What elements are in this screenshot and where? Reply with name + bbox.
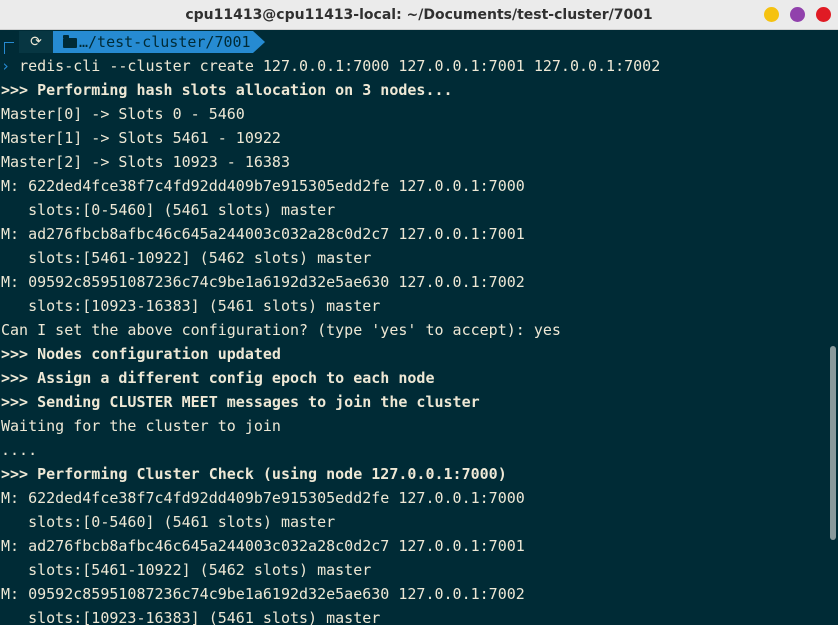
minimize-button[interactable] — [764, 7, 779, 22]
window-titlebar[interactable]: cpu11413@cpu11413-local: ~/Documents/tes… — [0, 0, 838, 30]
output-line: slots:[10923-16383] (5461 slots) master — [1, 609, 381, 625]
output-line: Master[0] -> Slots 0 - 5460 — [1, 105, 245, 123]
prompt-arrow-icon: › — [1, 57, 11, 75]
output-line: Waiting for the cluster to join — [1, 417, 281, 435]
folder-icon — [63, 35, 77, 48]
output-line: M: ad276fbcb8afbc46c645a244003c032a28c0d… — [1, 537, 525, 555]
output-line: .... — [1, 441, 38, 459]
command-text: redis-cli --cluster create 127.0.0.1:700… — [19, 57, 661, 75]
prompt-directory-segment: …/test-cluster/7001 — [53, 31, 253, 53]
output-line: >>> Sending CLUSTER MEET messages to joi… — [1, 393, 480, 411]
output-line: slots:[5461-10922] (5462 slots) master — [1, 561, 372, 579]
output-line: >>> Performing hash slots allocation on … — [1, 81, 453, 99]
scrollbar-thumb[interactable] — [830, 346, 836, 540]
output-line: >>> Nodes configuration updated — [1, 345, 281, 363]
output-line: Master[2] -> Slots 10923 - 16383 — [1, 153, 290, 171]
window-title: cpu11413@cpu11413-local: ~/Documents/tes… — [185, 7, 653, 23]
maximize-button[interactable] — [790, 7, 805, 22]
terminal-output: › redis-cli --cluster create 127.0.0.1:7… — [0, 54, 838, 625]
output-line: M: ad276fbcb8afbc46c645a244003c032a28c0d… — [1, 225, 525, 243]
output-line: slots:[5461-10922] (5462 slots) master — [1, 249, 372, 267]
output-line: >>> Performing Cluster Check (using node… — [1, 465, 507, 483]
close-button[interactable] — [816, 7, 831, 22]
output-line: M: 09592c85951087236c74c9be1a6192d32e5ae… — [1, 273, 525, 291]
output-line: M: 09592c85951087236c74c9be1a6192d32e5ae… — [1, 585, 525, 603]
segment-arrow — [253, 31, 265, 53]
output-line: M: 622ded4fce38f7c4fd92dd409b7e915305edd… — [1, 489, 525, 507]
terminal-area[interactable]: ⟳ …/test-cluster/7001 › redis-cli --clus… — [0, 30, 838, 625]
prompt-directory: …/test-cluster/7001 — [79, 33, 251, 51]
scrollbar[interactable] — [830, 30, 838, 625]
output-line: >>> Assign a different config epoch to e… — [1, 369, 435, 387]
ubuntu-icon: ⟳ — [19, 31, 53, 53]
output-line: slots:[0-5460] (5461 slots) master — [1, 513, 336, 531]
command-line: › redis-cli --cluster create 127.0.0.1:7… — [0, 54, 838, 78]
prompt-corner — [4, 42, 14, 54]
output-line: Can I set the above configuration? (type… — [1, 321, 561, 339]
output-line: slots:[0-5460] (5461 slots) master — [1, 201, 336, 219]
output-line: slots:[10923-16383] (5461 slots) master — [1, 297, 381, 315]
output-line: M: 622ded4fce38f7c4fd92dd409b7e915305edd… — [1, 177, 525, 195]
output-line: Master[1] -> Slots 5461 - 10922 — [1, 129, 281, 147]
shell-prompt: ⟳ …/test-cluster/7001 — [0, 30, 838, 54]
